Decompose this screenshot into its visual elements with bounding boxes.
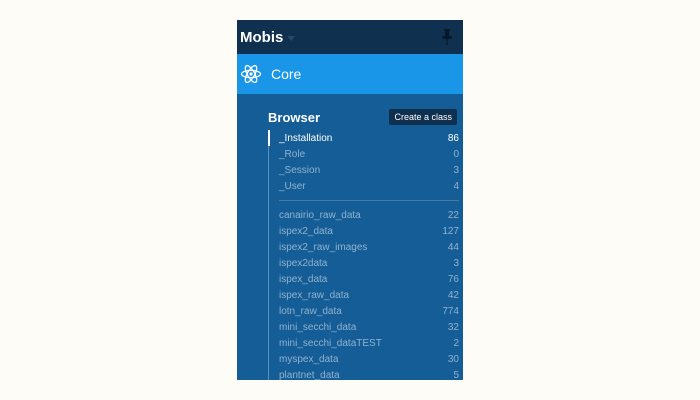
chevron-down-icon [287,35,296,41]
class-item[interactable]: ispex2_data 127 [269,223,459,239]
class-item[interactable]: _Session 3 [269,162,459,178]
class-count: 22 [447,209,459,221]
class-name: _User [279,180,306,192]
class-item[interactable]: ispex2_raw_images 44 [269,239,459,255]
class-count: 42 [447,289,459,301]
class-count: 127 [442,225,459,237]
class-item[interactable]: canairio_raw_data 22 [269,207,459,223]
class-count: 3 [453,164,459,176]
class-name: mini_secchi_dataTEST [279,337,382,349]
class-name: plantnet_data [279,369,340,381]
class-item[interactable]: mini_secchi_data 32 [269,319,459,335]
class-count: 30 [447,353,459,365]
class-item[interactable]: mini_secchi_dataTEST 2 [269,335,459,351]
class-name: ispex_raw_data [279,289,350,301]
class-name: ispex_data [279,273,328,285]
class-item[interactable]: ispex2data 3 [269,255,459,271]
class-name: canairio_raw_data [279,209,361,221]
browser-title: Browser [268,109,321,125]
pin-icon[interactable] [439,28,455,46]
class-count: 774 [442,305,459,317]
class-count: 2 [453,337,459,349]
class-count: 32 [447,321,459,333]
sidebar: Mobis Core Browser Create a class _Insta… [237,20,463,380]
atom-icon [240,63,262,85]
nav-item-core[interactable]: Core [237,54,463,94]
app-switcher[interactable]: Mobis [240,28,296,46]
class-item[interactable]: myspex_data 30 [269,351,459,367]
class-count: 3 [453,257,459,269]
class-item[interactable]: _Role 0 [269,146,459,162]
class-count: 86 [447,132,459,144]
class-item[interactable]: _User 4 [269,178,459,194]
browser-header: Browser Create a class [237,107,463,127]
nav-item-core-label: Core [271,66,302,82]
class-name: ispex2data [279,257,328,269]
class-name: ispex2_data [279,225,333,237]
create-class-button[interactable]: Create a class [389,109,457,125]
app-name: Mobis [240,28,284,46]
class-name: _Session [279,164,321,176]
class-item[interactable]: lotn_raw_data 774 [269,303,459,319]
class-list: _Installation 86 _Role 0 _Session 3 _User 4 can… [268,130,459,380]
class-name: _Role [279,148,306,160]
class-count: 4 [453,180,459,192]
class-count: 44 [447,241,459,253]
class-count: 76 [447,273,459,285]
class-item[interactable]: _Installation 86 [268,130,459,146]
class-name: mini_secchi_data [279,321,357,333]
class-name: lotn_raw_data [279,305,342,317]
class-item[interactable]: plantnet_data 5 [269,367,459,381]
class-name: _Installation [279,132,333,144]
class-item[interactable]: ispex_raw_data 42 [269,287,459,303]
class-name: myspex_data [279,353,339,365]
divider [279,200,459,201]
class-name: ispex2_raw_images [279,241,368,253]
app-header: Mobis [237,20,463,54]
class-count: 0 [453,148,459,160]
class-count: 5 [453,369,459,381]
class-item[interactable]: ispex_data 76 [269,271,459,287]
